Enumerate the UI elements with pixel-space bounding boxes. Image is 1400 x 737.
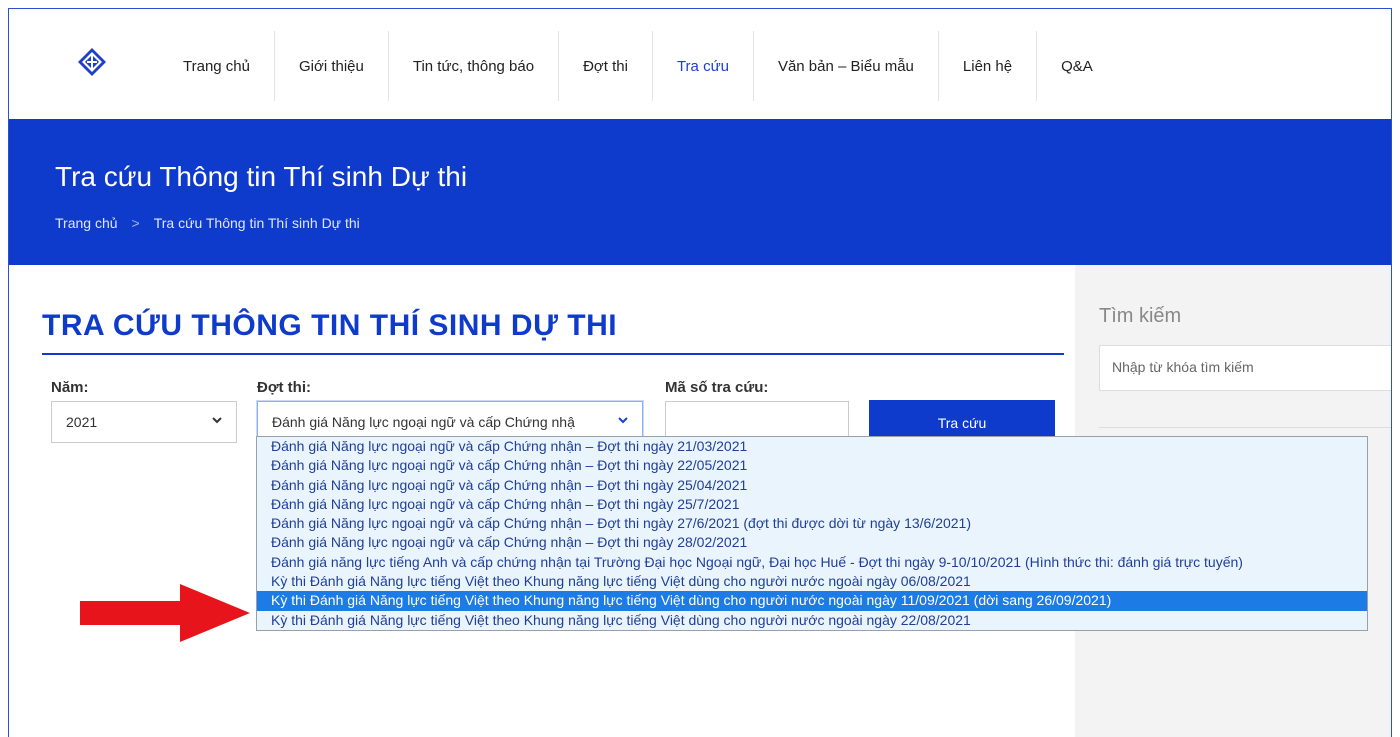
nav-item-home[interactable]: Trang chủ xyxy=(159,31,275,101)
nav-item-qa[interactable]: Q&A xyxy=(1037,31,1117,101)
year-label: Năm: xyxy=(51,379,89,396)
page-title: TRA CỨU THÔNG TIN THÍ SINH DỰ THI xyxy=(42,309,618,342)
nav-item-sessions[interactable]: Đợt thi xyxy=(559,31,653,101)
dropdown-option[interactable]: Đánh giá Năng lực ngoại ngữ và cấp Chứng… xyxy=(257,533,1367,552)
breadcrumb-current: Tra cứu Thông tin Thí sinh Dự thi xyxy=(153,215,360,231)
diamond-logo-icon[interactable] xyxy=(77,47,107,77)
session-dropdown-list: Đánh giá Năng lực ngoại ngữ và cấp Chứng… xyxy=(256,436,1368,631)
sidebar-divider xyxy=(1099,427,1391,428)
breadcrumb-separator: > xyxy=(131,215,140,231)
dropdown-option[interactable]: Đánh giá Năng lực ngoại ngữ và cấp Chứng… xyxy=(257,456,1367,475)
breadcrumb: Trang chủ > Tra cứu Thông tin Thí sinh D… xyxy=(55,215,360,231)
year-select-value: 2021 xyxy=(66,414,98,430)
nav-item-documents[interactable]: Văn bản – Biểu mẫu xyxy=(754,31,939,101)
breadcrumb-home[interactable]: Trang chủ xyxy=(55,215,118,231)
session-select-value: Đánh giá Năng lực ngoại ngữ và cấp Chứng… xyxy=(272,414,575,430)
dropdown-option[interactable]: Kỳ thi Đánh giá Năng lực tiếng Việt theo… xyxy=(257,572,1367,591)
sidebar-search-title: Tìm kiếm xyxy=(1099,305,1182,327)
page-banner: Tra cứu Thông tin Thí sinh Dự thi Trang … xyxy=(9,119,1391,265)
code-label: Mã số tra cứu: xyxy=(665,379,769,396)
red-arrow-icon xyxy=(80,584,250,642)
session-label: Đợt thi: xyxy=(257,379,311,396)
chevron-down-icon xyxy=(212,417,222,424)
dropdown-option[interactable]: Đánh giá Năng lực ngoại ngữ và cấp Chứng… xyxy=(257,495,1367,514)
banner-title: Tra cứu Thông tin Thí sinh Dự thi xyxy=(55,161,468,192)
nav-item-lookup[interactable]: Tra cứu xyxy=(653,31,754,101)
dropdown-option-selected[interactable]: Kỳ thi Đánh giá Năng lực tiếng Việt theo… xyxy=(257,591,1367,611)
dropdown-option[interactable]: Kỳ thi Đánh giá Năng lực tiếng Việt theo… xyxy=(257,611,1367,630)
nav-item-news[interactable]: Tin tức, thông báo xyxy=(389,31,560,101)
sidebar-search-input[interactable]: Nhập từ khóa tìm kiếm xyxy=(1099,345,1391,391)
dropdown-option[interactable]: Đánh giá năng lực tiếng Anh và cấp chứng… xyxy=(257,553,1367,572)
nav-item-contact[interactable]: Liên hệ xyxy=(939,31,1038,101)
nav-item-about[interactable]: Giới thiệu xyxy=(275,31,389,101)
heading-divider xyxy=(42,353,1064,355)
chevron-down-icon xyxy=(618,417,628,424)
year-select[interactable]: 2021 xyxy=(51,401,237,443)
dropdown-option[interactable]: Đánh giá Năng lực ngoại ngữ và cấp Chứng… xyxy=(257,476,1367,495)
top-navigation: Trang chủ Giới thiệu Tin tức, thông báo … xyxy=(9,9,1391,119)
nav-menu: Trang chủ Giới thiệu Tin tức, thông báo … xyxy=(159,31,1117,101)
dropdown-option[interactable]: Đánh giá Năng lực ngoại ngữ và cấp Chứng… xyxy=(257,437,1367,456)
dropdown-option[interactable]: Đánh giá Năng lực ngoại ngữ và cấp Chứng… xyxy=(257,514,1367,533)
